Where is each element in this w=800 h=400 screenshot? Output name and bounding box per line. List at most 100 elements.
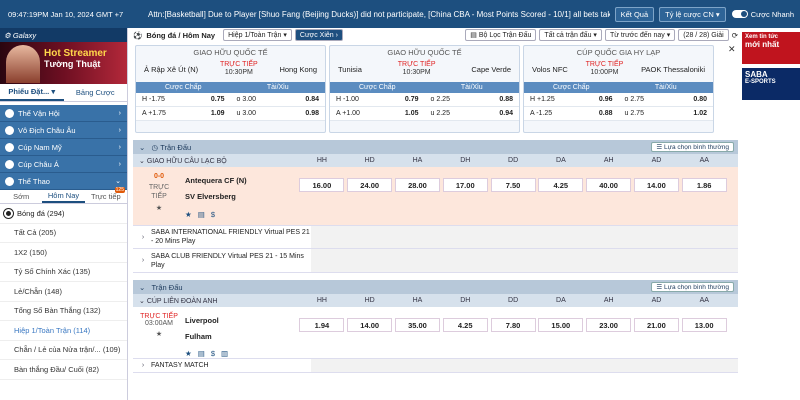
over-under-odds[interactable]: u 2.75 1.02 bbox=[619, 110, 714, 117]
sort-button[interactable]: ☰ Lựa chọn bình thường bbox=[651, 142, 734, 152]
calendar-icon[interactable]: ▤ bbox=[198, 208, 205, 222]
market-item[interactable]: Tỷ Số Chính Xác (135) bbox=[0, 263, 127, 282]
odds-cell[interactable]: 1.94 bbox=[299, 318, 345, 332]
quick-bet-toggle[interactable]: Cược Nhanh bbox=[731, 10, 794, 19]
chevron-down-icon: ⌄ bbox=[139, 157, 147, 165]
odds-cell[interactable]: 14.00 bbox=[347, 318, 393, 332]
over-under-label: Tài/Xỉu bbox=[460, 84, 483, 91]
market-item[interactable]: Lẻ/Chẵn (148) bbox=[0, 282, 127, 302]
over-under-odds[interactable]: o 2.75 0.80 bbox=[619, 96, 714, 103]
handicap-odds[interactable]: A -1.25 0.88 bbox=[524, 110, 619, 117]
card-league: GIAO HỮU QUỐC TẾ bbox=[193, 48, 268, 57]
toggle-switch[interactable] bbox=[731, 10, 748, 18]
period-select[interactable]: Hiệp 1/Toàn Trận ▾ bbox=[223, 29, 292, 41]
handicap-odds[interactable]: A +1.75 1.09 bbox=[136, 110, 231, 117]
star-icon[interactable]: ★ bbox=[133, 204, 185, 212]
calendar-icon[interactable]: ▤ bbox=[198, 347, 205, 361]
handicap-odds[interactable]: H -1.75 0.75 bbox=[136, 96, 231, 103]
star-icon[interactable]: ★ bbox=[133, 330, 185, 338]
odds-cell[interactable]: 17.00 bbox=[442, 178, 488, 192]
ad-banner[interactable]: SABA E-SPORTS bbox=[742, 68, 800, 100]
matches-section-header[interactable]: ⌄ ◷ Trận Đấu ☰ Lựa chọn bình thường bbox=[133, 140, 738, 154]
market-item[interactable]: Tất Cả (205) bbox=[0, 224, 127, 243]
odds-cell[interactable]: 21.00 bbox=[633, 318, 679, 332]
collapsed-league[interactable]: › SABA CLUB FRIENDLY Virtual PES 21 - 15… bbox=[133, 249, 738, 273]
odds-cell[interactable]: 13.00 bbox=[681, 318, 727, 332]
odds-cell[interactable]: 1.86 bbox=[681, 178, 727, 192]
category-asian-cup[interactable]: Cúp Châu Á › bbox=[0, 156, 127, 173]
trophy-icon bbox=[5, 159, 14, 169]
time-filter-select[interactable]: Từ trước đến nay ▾ bbox=[604, 29, 676, 41]
ad-banner[interactable]: Xem tin tức mới nhất bbox=[742, 32, 800, 64]
tab-today[interactable]: Hôm Nay bbox=[42, 190, 85, 203]
odds-cell[interactable]: 7.50 bbox=[490, 178, 536, 192]
odds-cell[interactable]: 7.80 bbox=[490, 318, 536, 332]
dollar-icon[interactable]: $ bbox=[211, 347, 215, 361]
over-under-odds[interactable]: o 3.00 0.84 bbox=[231, 96, 326, 103]
dollar-icon[interactable]: $ bbox=[211, 208, 215, 222]
results-button[interactable]: Kết Quả bbox=[614, 6, 655, 22]
market-item[interactable]: Bàn thắng Đầu/ Cuối (82) bbox=[0, 360, 127, 380]
category-euro[interactable]: Vô Địch Châu Âu › bbox=[0, 122, 127, 139]
odds-cell[interactable]: 23.00 bbox=[586, 318, 632, 332]
over-under-odds[interactable]: o 2.25 0.88 bbox=[425, 96, 520, 103]
chevron-right-icon: › bbox=[118, 143, 121, 151]
live-label: TRỰC TIẾP bbox=[219, 61, 258, 68]
live-label: TRỰC TIẾP bbox=[148, 184, 170, 200]
odds-cell[interactable]: 15.00 bbox=[538, 318, 584, 332]
collapsed-league[interactable]: › SABA INTERNATIONAL FRIENDLY Virtual PE… bbox=[133, 226, 738, 249]
featured-match-card[interactable]: GIAO HỮU QUỐC TẾ Tunisia TRỰC TIẾP 10:30PM… bbox=[329, 45, 520, 133]
over-under-odds[interactable]: u 3.00 0.98 bbox=[231, 110, 326, 117]
sports-icon bbox=[5, 176, 14, 186]
league-name[interactable]: ⌄ CÚP LIÊN ĐOÀN ANH bbox=[133, 297, 298, 305]
filter-icon: ▤ bbox=[470, 32, 479, 39]
category-sports[interactable]: Thể Thao ⌄ bbox=[0, 173, 127, 190]
odds-cell[interactable]: 4.25 bbox=[538, 178, 584, 192]
favorite-star-icon[interactable]: ★ bbox=[185, 347, 192, 361]
category-copa-america[interactable]: Cúp Nam Mỹ › bbox=[0, 139, 127, 156]
col-dd: DD bbox=[508, 297, 519, 304]
tab-live[interactable]: Trực tiếp 125 bbox=[85, 187, 127, 203]
odds-cell[interactable]: 28.00 bbox=[394, 178, 440, 192]
tab-bet-list[interactable]: Bảng Cược bbox=[64, 84, 128, 101]
odds-cell[interactable]: 4.25 bbox=[442, 318, 488, 332]
tab-early[interactable]: Sớm bbox=[0, 190, 42, 203]
market-item[interactable]: Hiệp 1/Toàn Trận (114) bbox=[0, 321, 127, 341]
odds-cell[interactable]: 14.00 bbox=[633, 178, 679, 192]
matches-section-header[interactable]: ⌄ Trận Đấu ☰ Lựa chọn bình thường bbox=[133, 280, 738, 294]
market-item[interactable]: Tổng Số Bàn Thắng (132) bbox=[0, 302, 127, 321]
table-header: ⌄ CÚP LIÊN ĐOÀN ANH HH HD HA DH DD DA AH… bbox=[133, 294, 738, 307]
handicap-odds[interactable]: H -1.00 0.79 bbox=[330, 96, 425, 103]
parlay-button[interactable]: Cược Xiên › bbox=[294, 29, 343, 41]
trophy-icon bbox=[5, 108, 14, 118]
sort-button[interactable]: ☰ Lựa chọn bình thường bbox=[651, 282, 734, 292]
col-hh: HH bbox=[316, 157, 327, 164]
gear-icon: ⚙ bbox=[4, 30, 13, 40]
league-name[interactable]: ⌄ GIAO HỮU CÂU LẠC BỘ bbox=[133, 157, 298, 165]
odds-cell[interactable]: 40.00 bbox=[586, 178, 632, 192]
stats-icon[interactable]: ▥ bbox=[221, 347, 228, 361]
featured-match-card[interactable]: GIAO HỮU QUỐC TẾ Ả Rập Xê Út (N) TRỰC TIẾ… bbox=[135, 45, 326, 133]
category-olympics[interactable]: Thể Vận Hội › bbox=[0, 105, 127, 122]
handicap-odds[interactable]: H +1.25 0.96 bbox=[524, 96, 619, 103]
odds-cell[interactable]: 16.00 bbox=[299, 178, 345, 192]
odds-type-select[interactable]: Tỷ lệ cược CN ▾ bbox=[659, 6, 726, 22]
market-item[interactable]: Chẵn / Lẻ của Nửa trận/... (109) bbox=[0, 341, 127, 360]
sport-soccer[interactable]: Bóng đá (294) bbox=[0, 204, 127, 224]
collapsed-league[interactable]: › FANTASY MATCH bbox=[133, 359, 738, 373]
match-filter-select[interactable]: Tất cả trận đấu ▾ bbox=[539, 29, 602, 41]
odds-cell[interactable]: 35.00 bbox=[394, 318, 440, 332]
promo-banner[interactable]: Hot Streamer Tường Thuật bbox=[0, 42, 127, 84]
announcement-ticker[interactable]: Attn:[Basketball] Due to Player [Shuo Fa… bbox=[148, 10, 610, 19]
handicap-odds[interactable]: A +1.00 1.05 bbox=[330, 110, 425, 117]
market-item[interactable]: 1X2 (150) bbox=[0, 243, 127, 263]
favorite-star-icon[interactable]: ★ bbox=[185, 208, 192, 222]
odds-cell[interactable]: 24.00 bbox=[347, 178, 393, 192]
close-icon[interactable]: ✕ bbox=[728, 44, 736, 55]
refresh-icon[interactable]: ⟳ bbox=[732, 31, 738, 40]
list-icon: ☰ bbox=[656, 284, 664, 291]
league-filter[interactable]: ▤ Bộ Lọc Trận Đấu bbox=[465, 29, 537, 41]
over-under-odds[interactable]: u 2.25 0.94 bbox=[425, 110, 520, 117]
featured-match-card[interactable]: CÚP QUỐC GIA HY LẠP Volos NFC TRỰC TIẾP 10… bbox=[523, 45, 714, 133]
tab-bet-slip[interactable]: Phiếu Đặt... ▾ bbox=[0, 84, 64, 101]
